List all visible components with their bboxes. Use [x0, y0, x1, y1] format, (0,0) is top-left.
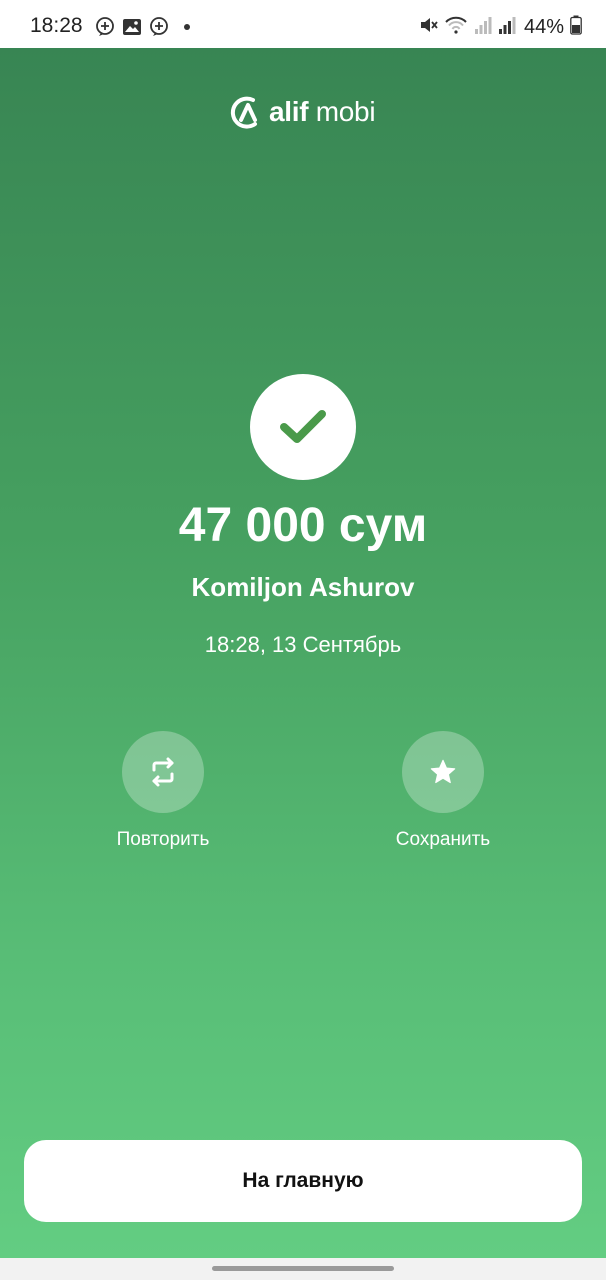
repeat-icon	[152, 757, 174, 787]
repeat-circle[interactable]	[122, 731, 204, 813]
save-label[interactable]: Сохранить	[363, 829, 523, 851]
success-badge	[250, 374, 356, 480]
status-bar: 18:28 44%	[0, 0, 606, 48]
home-gesture-handle[interactable]	[212, 1266, 394, 1271]
messenger-icon	[149, 17, 169, 37]
signal-icon	[498, 15, 516, 40]
recipient-name: Komiljon Ashurov	[191, 572, 415, 602]
save-template-button[interactable]: Сохранить	[363, 731, 523, 851]
repeat-label[interactable]: Повторить	[83, 829, 243, 851]
payment-amount: 47 000 сум	[178, 499, 428, 552]
signal-icon	[474, 15, 492, 40]
repeat-payment-button[interactable]: Повторить	[83, 731, 243, 851]
gallery-icon	[122, 17, 142, 37]
messenger-icon	[95, 17, 115, 37]
payment-success-screen: alif mobi 47 000 сум Komiljon Ashurov 18…	[0, 48, 606, 1258]
payment-datetime: 18:28, 13 Сентябрь	[204, 632, 402, 657]
logo-product-text: mobi	[315, 96, 376, 127]
battery-icon	[570, 15, 582, 40]
battery-percent: 44%	[523, 16, 564, 38]
alif-mobi-logo: alif mobi	[229, 94, 376, 130]
wifi-icon	[444, 15, 468, 40]
logo-brand-text: alif	[269, 96, 309, 127]
system-navigation-bar	[0, 1258, 606, 1280]
checkmark-icon	[280, 410, 326, 443]
save-circle[interactable]	[402, 731, 484, 813]
notification-icons	[95, 17, 190, 37]
go-home-button[interactable]: На главную	[24, 1140, 582, 1222]
system-icons: 44%	[418, 15, 582, 40]
star-icon	[430, 759, 456, 784]
notification-dot	[184, 24, 190, 30]
alif-logo-icon	[229, 94, 265, 130]
mute-icon	[418, 15, 438, 40]
status-time: 18:28	[30, 14, 83, 37]
